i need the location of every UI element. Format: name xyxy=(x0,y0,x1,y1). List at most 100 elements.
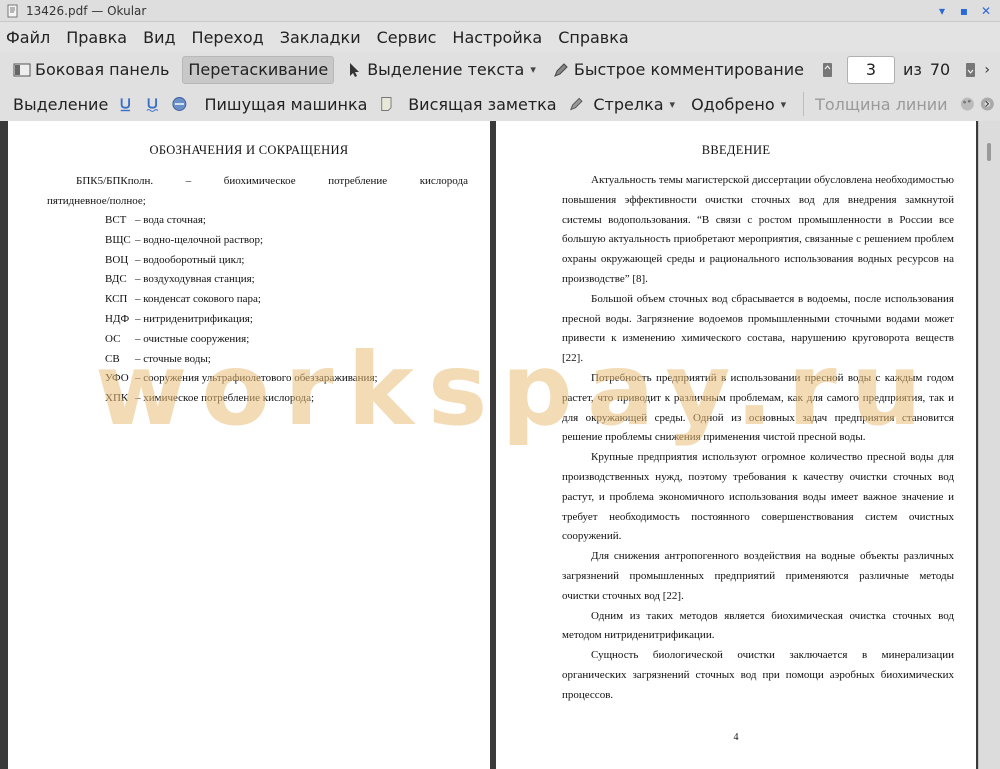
menu-view[interactable]: Вид xyxy=(143,28,175,47)
list-item: КСП – конденсат сокового пара; xyxy=(105,290,378,310)
list-item: ВДС – воздуходувная станция; xyxy=(105,270,378,290)
abbr-definition: – воздуходувная станция; xyxy=(135,273,255,286)
line-width-button[interactable]: Толщина линии xyxy=(810,90,953,118)
list-item: ОС – очистные сооружения; xyxy=(105,330,378,350)
previous-page-icon[interactable] xyxy=(819,61,837,79)
page-heading: ОБОЗНАЧЕНИЯ И СОКРАЩЕНИЯ xyxy=(149,143,349,157)
abbr-def-word: биохимическое xyxy=(223,175,296,187)
abbr-definition: – очистные сооружения; xyxy=(135,332,250,345)
sidebar-icon xyxy=(13,63,31,76)
paragraph: Крупные предприятия используют огромное … xyxy=(562,451,954,543)
menu-tools[interactable]: Сервис xyxy=(377,28,437,47)
arrow-label: Стрелка xyxy=(593,94,664,114)
next-page-icon[interactable] xyxy=(962,61,980,79)
highlight-label: Выделение xyxy=(13,94,109,114)
close-icon[interactable]: ✕ xyxy=(978,3,994,19)
menu-help[interactable]: Справка xyxy=(558,28,629,47)
vertical-scrollbar[interactable] xyxy=(978,121,1000,769)
list-item: СВ – сточные воды; xyxy=(105,350,378,370)
maximize-icon[interactable]: ▪ xyxy=(956,3,972,19)
abbr-term: БПК5/БПКполн. xyxy=(76,175,154,187)
abbr-dash: – xyxy=(185,175,192,187)
menu-settings[interactable]: Настройка xyxy=(452,28,542,47)
browse-label: Перетаскивание xyxy=(188,60,329,79)
paragraph: Для снижения антропогенного воздействия … xyxy=(562,550,954,602)
underline-icon[interactable] xyxy=(117,95,134,113)
list-item: ВЩС – водно-щелочной раствор; xyxy=(105,231,378,251)
menu-bar: Файл Правка Вид Переход Закладки Сервис … xyxy=(0,22,1000,52)
window-title: 13426.pdf — Okular xyxy=(26,3,147,18)
popup-note-tool-button[interactable]: Висящая заметка xyxy=(403,90,561,118)
menu-bookmarks[interactable]: Закладки xyxy=(280,28,361,47)
abbr-definition: – водооборотный цикл; xyxy=(135,253,245,266)
stamp-label: Одобрено xyxy=(691,94,775,114)
menu-go[interactable]: Переход xyxy=(192,28,264,47)
page-number: 4 xyxy=(733,732,739,743)
abbr-term: НДФ xyxy=(105,312,130,325)
abbr-definition: – сточные воды; xyxy=(135,352,211,365)
abbr-def-word: кислорода xyxy=(419,175,468,187)
paragraph: Одним из таких методов является биохимич… xyxy=(562,609,954,642)
squiggle-icon[interactable] xyxy=(144,95,161,113)
abbreviation-first-entry: БПК5/БПКполн. – биохимическое потреблени… xyxy=(47,171,468,211)
abbr-definition: – водно-щелочной раствор; xyxy=(135,233,264,246)
arrow-draw-icon[interactable] xyxy=(568,95,585,113)
abbreviation-list: ВСТ – вода сточная; ВЩС – водно-щелочной р… xyxy=(105,211,378,409)
minimize-icon[interactable]: ▾ xyxy=(934,3,950,19)
okular-app-icon xyxy=(7,4,18,17)
toolbar-overflow-icon[interactable]: › xyxy=(984,62,990,78)
page-heading: ВВЕДЕНИЕ xyxy=(701,143,771,157)
color-palette-icon[interactable] xyxy=(959,95,976,113)
main-toolbar: Боковая панель Перетаскивание Выделение … xyxy=(0,52,1000,87)
line-width-label: Толщина линии xyxy=(815,94,948,114)
abbr-definition: – химическое потребление кислорода; xyxy=(135,392,315,405)
list-item: ВОЦ – водооборотный цикл; xyxy=(105,251,378,271)
sidebar-button[interactable]: Боковая панель xyxy=(8,56,174,84)
document-page-left: ОБОЗНАЧЕНИЯ И СОКРАЩЕНИЯ БПК5/БПКполн. –… xyxy=(8,121,490,769)
sidebar-label: Боковая панель xyxy=(35,60,170,79)
menu-file[interactable]: Файл xyxy=(6,28,50,47)
abbr-definition: – нитриденитрификация; xyxy=(135,312,253,325)
list-item: ВСТ – вода сточная; xyxy=(105,211,378,231)
arrow-tool-button[interactable]: Стрелка ▾ xyxy=(588,90,686,118)
browse-tool-button[interactable]: Перетаскивание xyxy=(182,55,335,84)
scrollbar-thumb[interactable] xyxy=(987,143,991,161)
page-total: 70 xyxy=(929,60,951,79)
abbr-definition: – конденсат сокового пара; xyxy=(135,293,261,306)
strikeout-icon[interactable] xyxy=(171,95,188,113)
quick-annotations-label: Быстрое комментирование xyxy=(573,60,804,79)
list-item: ХПК – химическое потребление кислорода; xyxy=(105,389,378,409)
stamp-tool-button[interactable]: Одобрено ▾ xyxy=(686,90,797,118)
text-select-label: Выделение текста xyxy=(367,60,525,79)
abbr-term: ОС xyxy=(105,332,121,345)
page-body: Актуальность темы магистерской диссертац… xyxy=(562,171,954,706)
text-select-button[interactable]: Выделение текста ▾ xyxy=(340,56,547,84)
highlight-tool-button[interactable]: Выделение xyxy=(8,90,113,118)
abbr-term: КСП xyxy=(105,293,128,306)
abbr-definition: – вода сточная; xyxy=(135,214,206,226)
abbr-term: ВДС xyxy=(105,273,127,286)
abbr-term: ВЩС xyxy=(105,233,131,246)
quick-annotations-button[interactable]: Быстрое комментирование xyxy=(547,56,809,84)
toolbar-overflow-icon[interactable]: › xyxy=(984,96,990,112)
typewriter-tool-button[interactable]: Пишущая машинка xyxy=(200,90,373,118)
paragraph: Актуальность темы магистерской диссертац… xyxy=(562,174,954,285)
list-item: НДФ – нитриденитрификация; xyxy=(105,310,378,330)
chevron-down-icon[interactable]: ▾ xyxy=(670,98,676,111)
chevron-down-icon[interactable]: ▾ xyxy=(781,98,787,111)
menu-edit[interactable]: Правка xyxy=(66,28,127,47)
list-item: УФО – сооружения ультрафиолетового обезза… xyxy=(105,369,378,389)
annotation-toolbar: Выделение Пишущая машинка Висящая заметк… xyxy=(0,87,1000,122)
page-number-input[interactable]: 3 xyxy=(846,55,895,84)
title-bar: 13426.pdf — Okular ▾ ▪ ✕ xyxy=(0,0,1000,22)
note-icon[interactable] xyxy=(378,95,395,113)
paragraph: Потребность предприятий в использовании … xyxy=(562,371,954,444)
abbr-term: УФО xyxy=(105,372,129,385)
document-viewport[interactable]: ОБОЗНАЧЕНИЯ И СОКРАЩЕНИЯ БПК5/БПКполн. –… xyxy=(0,121,1000,769)
page-of-label: из xyxy=(902,60,922,79)
cursor-arrow-icon xyxy=(350,62,360,77)
abbr-def-word: потребление xyxy=(328,175,388,187)
chevron-down-icon[interactable]: ▾ xyxy=(530,63,536,76)
paragraph: Большой объем сточных вод сбрасывается в… xyxy=(562,292,954,365)
abbr-definition: – сооружения ультрафиолетового обеззараж… xyxy=(135,372,378,385)
